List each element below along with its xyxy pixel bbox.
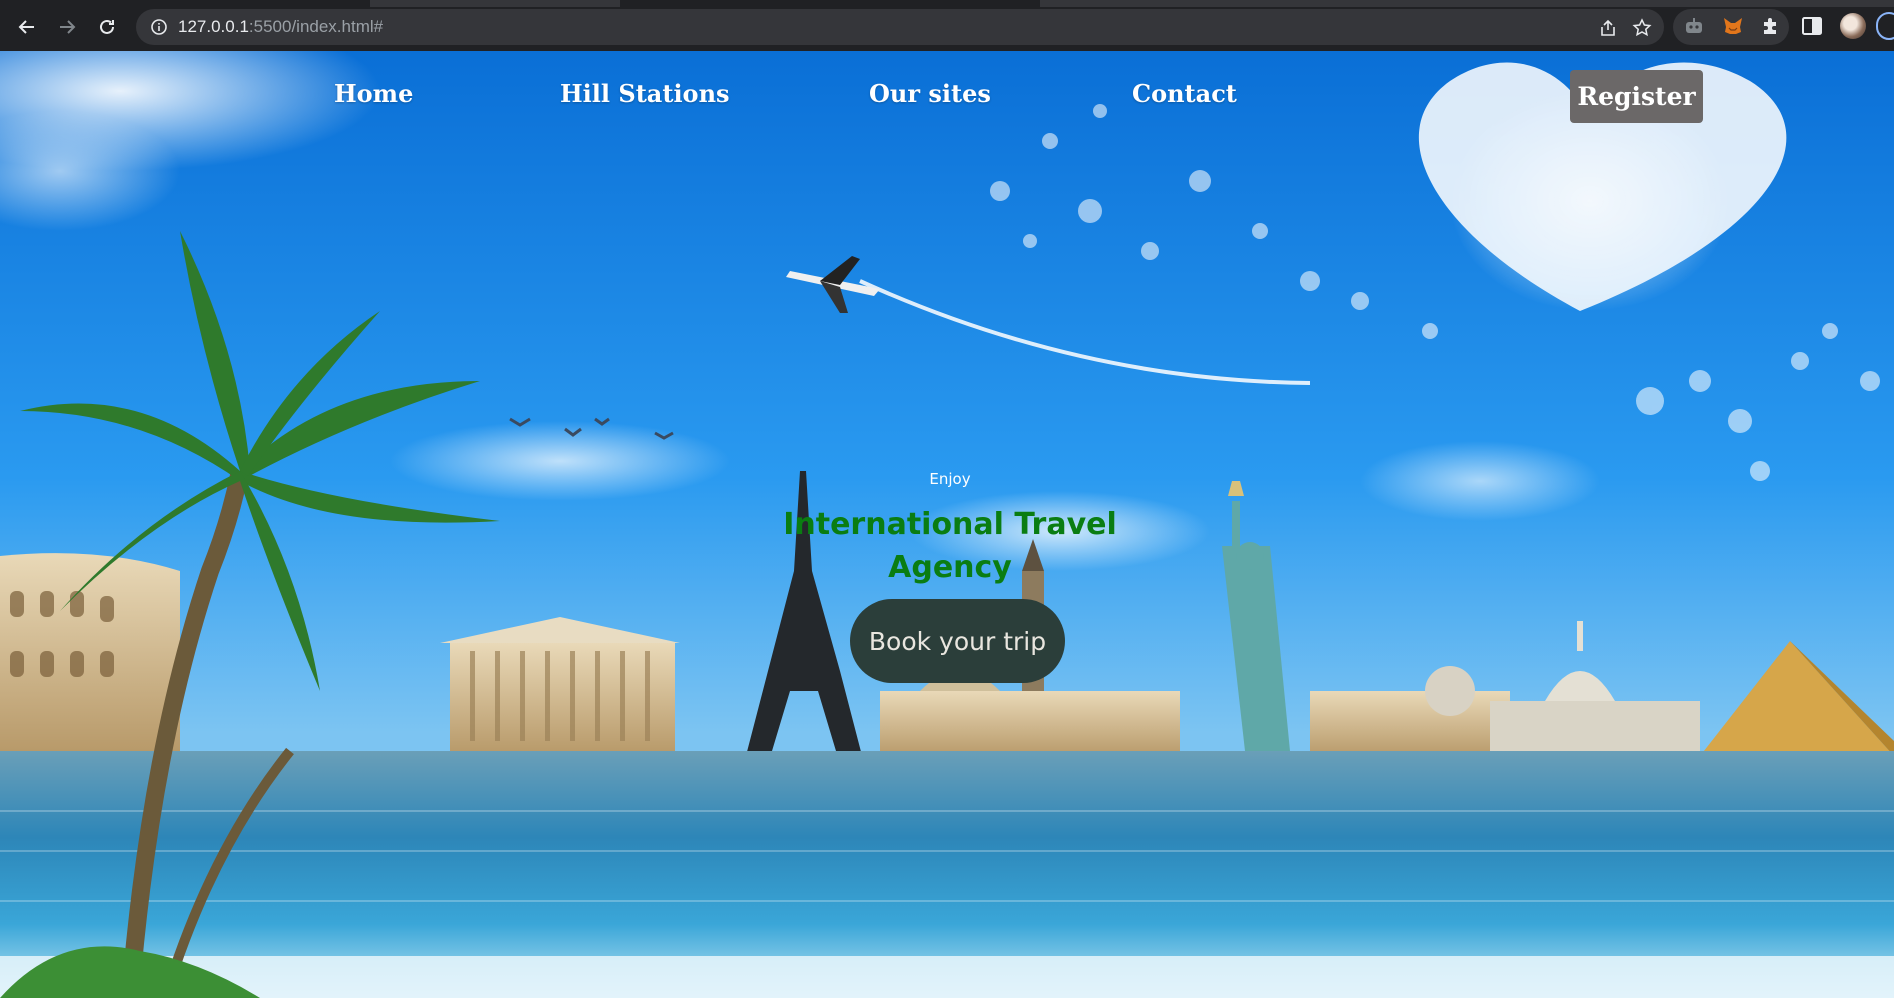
address-bar[interactable]: 127.0.0.1:5500/index.html#: [136, 9, 1664, 45]
nav-link-home[interactable]: Home: [334, 79, 413, 108]
nav-link-hill-stations[interactable]: Hill Stations: [560, 79, 730, 108]
hero-eyebrow: Enjoy: [929, 470, 971, 488]
browser-tab[interactable]: [0, 0, 370, 7]
back-arrow-icon[interactable]: [12, 12, 42, 42]
hero-title-line-2: Agency: [888, 550, 1012, 585]
nav-link-our-sites[interactable]: Our sites: [869, 79, 991, 108]
share-icon[interactable]: [1598, 18, 1618, 38]
extension-icon[interactable]: [1682, 14, 1706, 38]
url-host: 127.0.0.1: [178, 17, 249, 36]
site-info-icon[interactable]: [150, 18, 168, 36]
url-path: :5500/index.html#: [248, 17, 384, 36]
hero-title: International Travel Agency: [780, 503, 1120, 589]
extensions-area: [1673, 9, 1789, 45]
menu-icon[interactable]: [1876, 12, 1894, 40]
profile-avatar[interactable]: [1840, 13, 1866, 39]
side-panel-icon[interactable]: [1800, 14, 1824, 38]
browser-tab[interactable]: [620, 0, 1040, 7]
reload-icon[interactable]: [92, 12, 122, 42]
bookmark-star-icon[interactable]: [1632, 18, 1652, 38]
cloud: [1360, 441, 1600, 521]
nav-link-contact[interactable]: Contact: [1132, 79, 1237, 108]
tab-strip: [0, 0, 1894, 7]
book-trip-button[interactable]: Book your trip: [850, 599, 1065, 683]
hero-section: Home Hill Stations Our sites Contact Reg…: [0, 51, 1894, 998]
puzzle-icon[interactable]: [1759, 14, 1783, 38]
metamask-fox-icon[interactable]: [1721, 14, 1745, 38]
url-text[interactable]: 127.0.0.1:5500/index.html#: [178, 17, 383, 37]
beach: [0, 956, 1894, 998]
browser-toolbar: 127.0.0.1:5500/index.html#: [0, 0, 1894, 51]
register-button[interactable]: Register: [1570, 70, 1703, 123]
hero-title-line-1: International Travel: [783, 507, 1117, 542]
forward-arrow-icon[interactable]: [52, 12, 82, 42]
cloud: [390, 421, 730, 501]
